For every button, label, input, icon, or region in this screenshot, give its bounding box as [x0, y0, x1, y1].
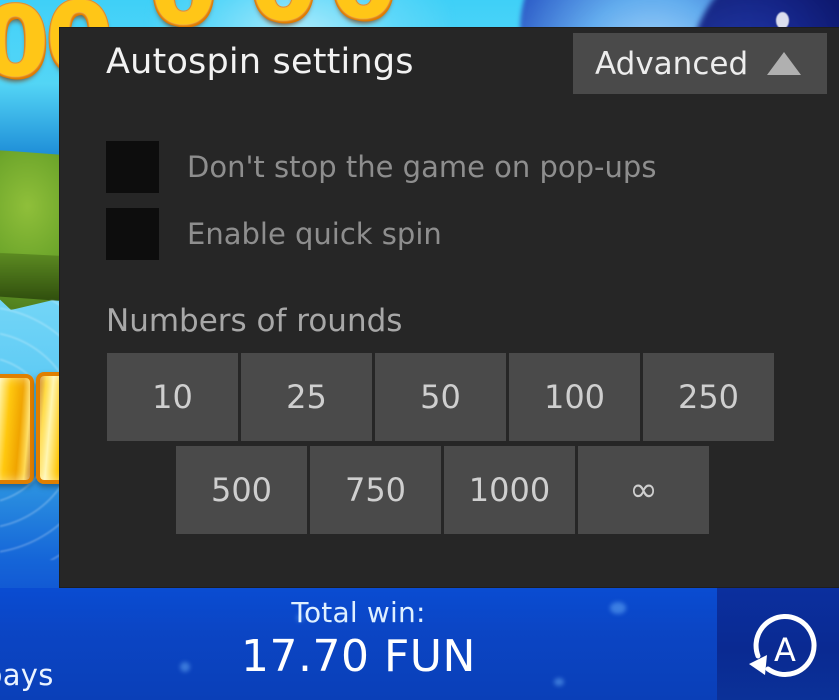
option-row-dont-stop-on-popups[interactable]: Don't stop the game on pop-ups [106, 141, 656, 193]
advanced-label: Advanced [595, 45, 749, 82]
panel-title: Autospin settings [106, 42, 414, 82]
autospin-button-pane: A [717, 588, 839, 700]
autospin-settings-panel: Autospin settings Advanced Don't stop th… [60, 28, 839, 587]
rounds-button-250[interactable]: 250 [643, 353, 774, 441]
checkbox-enable-quick-spin[interactable] [106, 208, 159, 260]
game-screen: 0 0 0 0 0 A pays Total win: 17.70 FUN Au… [0, 0, 839, 700]
option-label: Don't stop the game on pop-ups [187, 150, 657, 184]
rounds-button-25[interactable]: 25 [241, 353, 372, 441]
rounds-button-750[interactable]: 750 [310, 446, 441, 534]
panel-header: Autospin settings Advanced [60, 28, 839, 94]
chevron-up-icon [767, 52, 801, 75]
total-win-label: Total win: [291, 596, 426, 629]
gold-symbol: 0 [0, 0, 50, 100]
autospin-letter: A [774, 631, 796, 669]
rounds-row-2: 500 750 1000 ∞ [60, 446, 839, 534]
rounds-row-1: 10 25 50 100 250 [60, 353, 839, 441]
rounds-button-grid: 10 25 50 100 250 500 750 1000 ∞ [60, 353, 839, 539]
option-label: Enable quick spin [187, 217, 442, 251]
total-win-value: 17.70 FUN [241, 631, 476, 682]
advanced-toggle-button[interactable]: Advanced [573, 33, 827, 94]
rounds-button-100[interactable]: 100 [509, 353, 640, 441]
checkbox-dont-stop-on-popups[interactable] [106, 141, 159, 193]
rounds-button-10[interactable]: 10 [107, 353, 238, 441]
gold-bar-symbol [0, 374, 34, 484]
autospin-circle-a-icon[interactable]: A [746, 608, 824, 686]
total-win-block: Total win: 17.70 FUN [0, 596, 717, 682]
rounds-button-50[interactable]: 50 [375, 353, 506, 441]
numbers-of-rounds-title: Numbers of rounds [106, 303, 403, 339]
rounds-button-1000[interactable]: 1000 [444, 446, 575, 534]
rounds-button-500[interactable]: 500 [176, 446, 307, 534]
bottom-status-bar: A pays Total win: 17.70 FUN [0, 588, 839, 700]
option-row-enable-quick-spin[interactable]: Enable quick spin [106, 208, 442, 260]
background-sparkle [776, 12, 789, 29]
rounds-button-infinite[interactable]: ∞ [578, 446, 709, 534]
